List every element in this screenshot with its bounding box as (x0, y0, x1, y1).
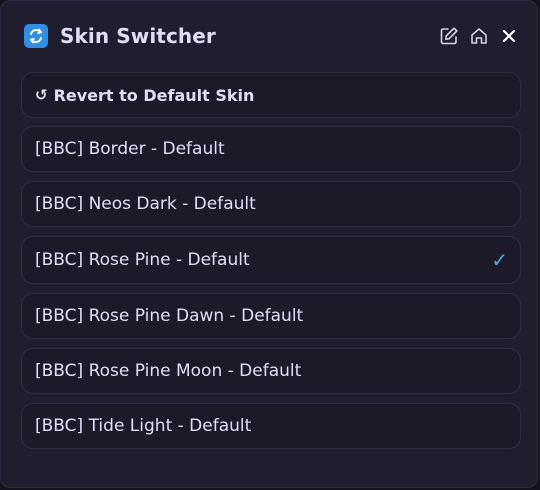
panel-title: Skin Switcher (60, 24, 216, 48)
refresh-app-icon (24, 24, 48, 48)
skin-item-label: [BBC] Rose Pine Dawn - Default (35, 306, 304, 326)
skin-item-label: [BBC] Rose Pine - Default (35, 250, 250, 270)
skin-item[interactable]: [BBC] Border - Default (21, 126, 521, 172)
skin-item[interactable]: [BBC] Rose Pine Moon - Default (21, 348, 521, 394)
revert-default-button[interactable]: ↺ Revert to Default Skin (21, 72, 521, 118)
revert-label: Revert to Default Skin (53, 85, 255, 105)
skin-item[interactable]: [BBC] Tide Light - Default (21, 403, 521, 449)
skin-item-label: [BBC] Rose Pine Moon - Default (35, 361, 302, 381)
home-icon (471, 28, 487, 44)
skin-item[interactable]: [BBC] Rose Pine Dawn - Default (21, 293, 521, 339)
panel-header: Skin Switcher (24, 21, 521, 51)
skin-item-label: [BBC] Border - Default (35, 139, 225, 159)
skin-item-selected[interactable]: [BBC] Rose Pine - Default ✓ (21, 236, 521, 284)
home-button[interactable] (467, 24, 491, 48)
revert-icon: ↺ (35, 86, 48, 104)
edit-button[interactable] (437, 24, 461, 48)
edit-icon (440, 27, 458, 45)
skin-switcher-panel: Skin Switcher ↺ Revert to Default Skin [… (0, 0, 538, 488)
skin-item[interactable]: [BBC] Neos Dark - Default (21, 181, 521, 227)
close-button[interactable] (497, 24, 521, 48)
selected-check-icon: ✓ (491, 248, 508, 272)
close-icon (502, 29, 516, 43)
skin-item-label: [BBC] Neos Dark - Default (35, 194, 256, 214)
skin-item-label: [BBC] Tide Light - Default (35, 416, 252, 436)
